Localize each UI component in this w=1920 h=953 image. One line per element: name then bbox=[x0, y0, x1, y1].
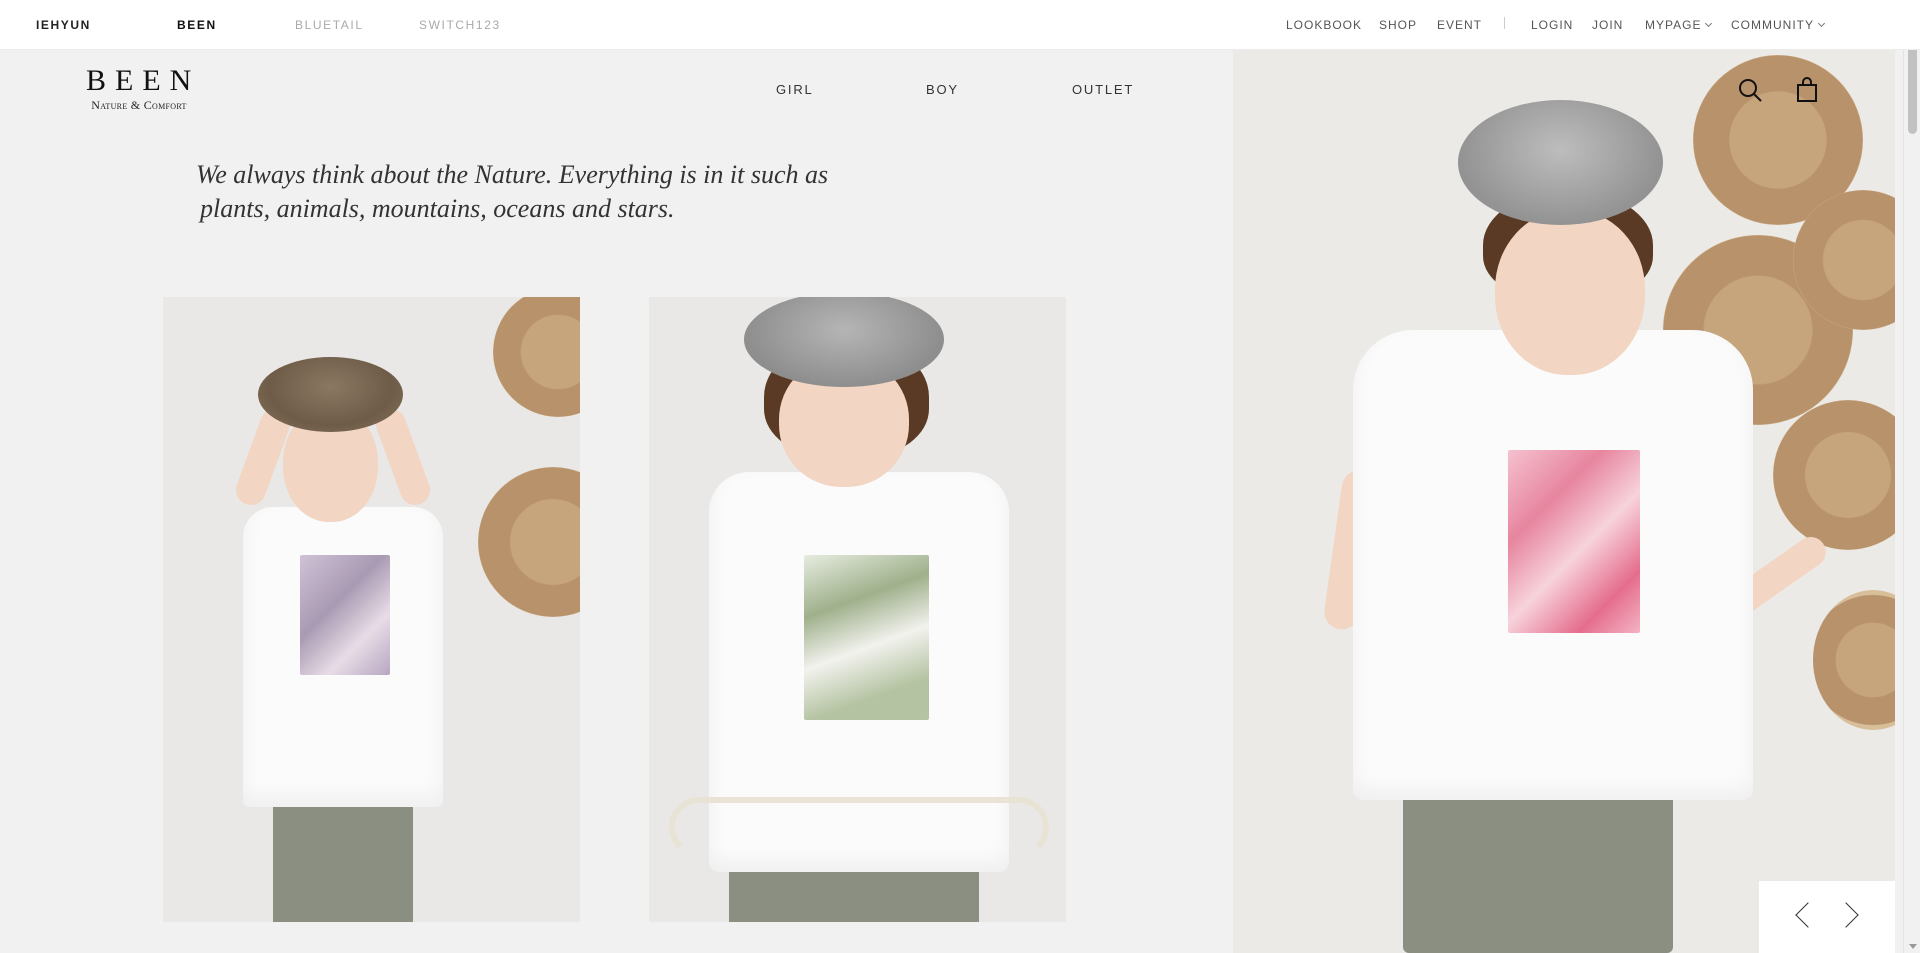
child-face-image bbox=[1495, 210, 1645, 375]
straw-hat-image bbox=[1773, 400, 1895, 550]
top-utility-bar: IEHYUN BEEN BLUETAIL SWITCH123 LOOKBOOK … bbox=[0, 0, 1920, 50]
straw-hat-image bbox=[478, 467, 580, 617]
nav-girl[interactable]: GIRL bbox=[776, 82, 814, 97]
straw-hat-image bbox=[1813, 590, 1895, 730]
chevron-down-icon bbox=[1817, 19, 1826, 28]
chair-image bbox=[669, 797, 1049, 857]
scroll-down-arrow-icon[interactable] bbox=[1909, 944, 1917, 949]
brand-tab-been[interactable]: BEEN bbox=[177, 18, 217, 32]
leaf-print-image bbox=[804, 555, 929, 720]
brand-tab-iehyun[interactable]: IEHYUN bbox=[36, 18, 91, 32]
pants-image bbox=[273, 797, 413, 922]
nav-community-label: COMMUNITY bbox=[1731, 18, 1814, 32]
shopping-bag-icon[interactable] bbox=[1793, 76, 1821, 104]
chevron-down-icon bbox=[1705, 19, 1713, 28]
brand-tab-bluetail[interactable]: BLUETAIL bbox=[295, 18, 364, 32]
nav-mypage-label: MYPAGE bbox=[1645, 18, 1702, 32]
petal-print-image bbox=[1508, 450, 1640, 633]
search-icon[interactable] bbox=[1736, 76, 1764, 104]
brand-slogan: We always think about the Nature. Everyt… bbox=[196, 158, 828, 226]
chevron-right-icon[interactable] bbox=[1833, 902, 1859, 928]
nav-join[interactable]: JOIN bbox=[1592, 18, 1623, 32]
slogan-line-2: plants, animals, mountains, oceans and s… bbox=[200, 194, 675, 223]
slogan-line-1: We always think about the Nature. Everyt… bbox=[196, 160, 829, 189]
nav-login[interactable]: LOGIN bbox=[1531, 18, 1573, 32]
logo-tagline: Nature & Comfort bbox=[91, 98, 187, 112]
nav-shop[interactable]: SHOP bbox=[1379, 18, 1417, 32]
logo-wordmark: BEEN bbox=[86, 64, 201, 97]
brand-logo[interactable]: BEEN Nature & Comfort bbox=[78, 66, 200, 113]
nav-community[interactable]: COMMUNITY bbox=[1731, 18, 1826, 32]
product-photo-shell-tee[interactable] bbox=[163, 297, 580, 922]
nav-boy[interactable]: BOY bbox=[926, 82, 959, 97]
page-scrollbar[interactable] bbox=[1903, 0, 1920, 953]
nav-mypage[interactable]: MYPAGE bbox=[1645, 18, 1713, 32]
slider-controls bbox=[1759, 881, 1895, 953]
bucket-hat-image bbox=[258, 357, 403, 432]
nav-divider bbox=[1504, 17, 1505, 29]
nav-lookbook[interactable]: LOOKBOOK bbox=[1286, 18, 1362, 32]
beret-hat-image bbox=[1458, 100, 1663, 225]
nav-event[interactable]: EVENT bbox=[1437, 18, 1482, 32]
hero-slide-image bbox=[1233, 50, 1895, 953]
straw-hat-image bbox=[493, 297, 580, 417]
nav-outlet[interactable]: OUTLET bbox=[1072, 82, 1134, 97]
chevron-left-icon[interactable] bbox=[1795, 902, 1821, 928]
brand-tab-switch123[interactable]: SWITCH123 bbox=[419, 18, 501, 32]
shell-print-image bbox=[300, 555, 390, 675]
product-photo-leaf-tee[interactable] bbox=[649, 297, 1066, 922]
